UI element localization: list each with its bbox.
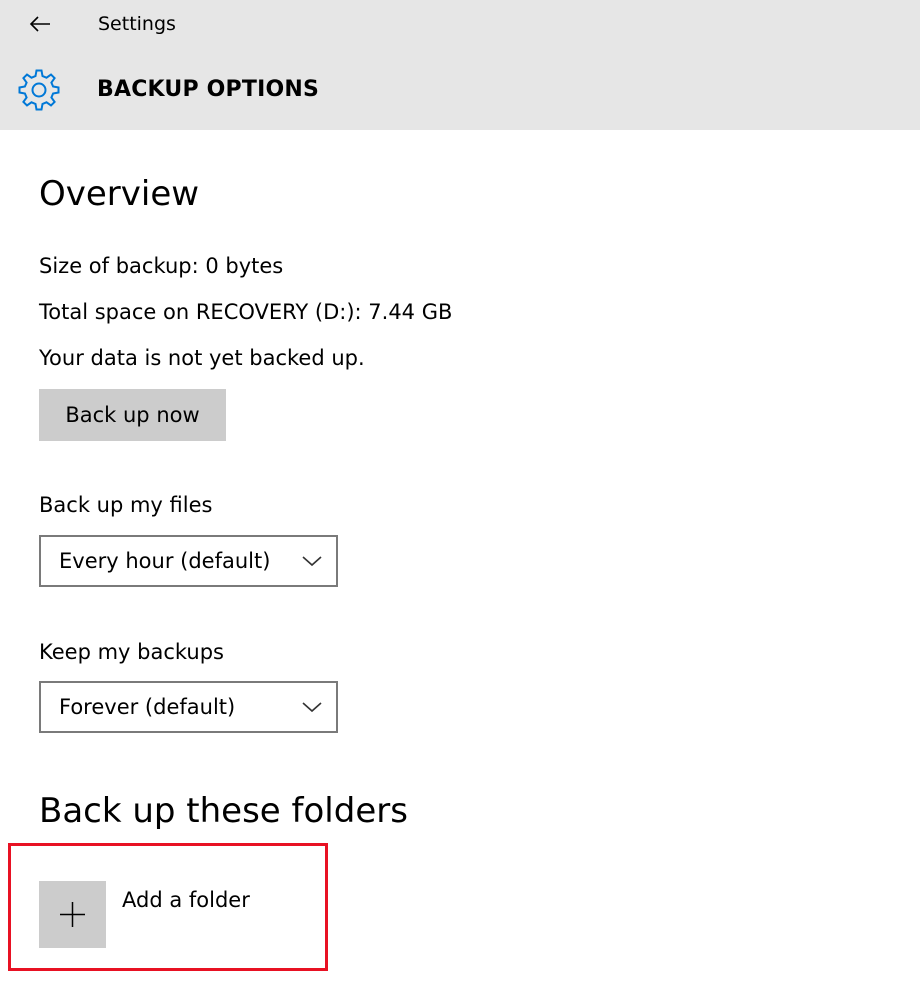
overview-heading: Overview (39, 174, 200, 214)
back-button[interactable] (22, 8, 58, 40)
keep-backups-value: Forever (default) (59, 695, 236, 719)
add-folder-tile[interactable] (39, 881, 106, 948)
total-space-text: Total space on RECOVERY (D:): 7.44 GB (39, 300, 453, 324)
backup-frequency-dropdown[interactable]: Every hour (default) (39, 535, 338, 587)
plus-icon (60, 902, 85, 927)
backup-status-text: Your data is not yet backed up. (39, 346, 365, 370)
keep-backups-label: Keep my backups (39, 640, 224, 664)
app-title: Settings (98, 13, 176, 35)
keep-backups-dropdown[interactable]: Forever (default) (39, 681, 338, 733)
back-arrow-icon (29, 16, 50, 32)
chevron-down-icon (302, 556, 322, 567)
folders-heading: Back up these folders (39, 791, 408, 831)
backup-frequency-label: Back up my files (39, 493, 213, 517)
add-folder-button[interactable]: Add a folder (39, 881, 279, 949)
back-up-now-button[interactable]: Back up now (39, 389, 226, 441)
backup-size-text: Size of backup: 0 bytes (39, 254, 284, 278)
gear-icon (18, 69, 60, 111)
chevron-down-icon (302, 702, 322, 713)
page-header: Settings BACKUP OPTIONS (0, 0, 920, 130)
backup-frequency-value: Every hour (default) (59, 549, 271, 573)
page-title: BACKUP OPTIONS (97, 77, 320, 102)
add-folder-label[interactable]: Add a folder (122, 887, 250, 913)
